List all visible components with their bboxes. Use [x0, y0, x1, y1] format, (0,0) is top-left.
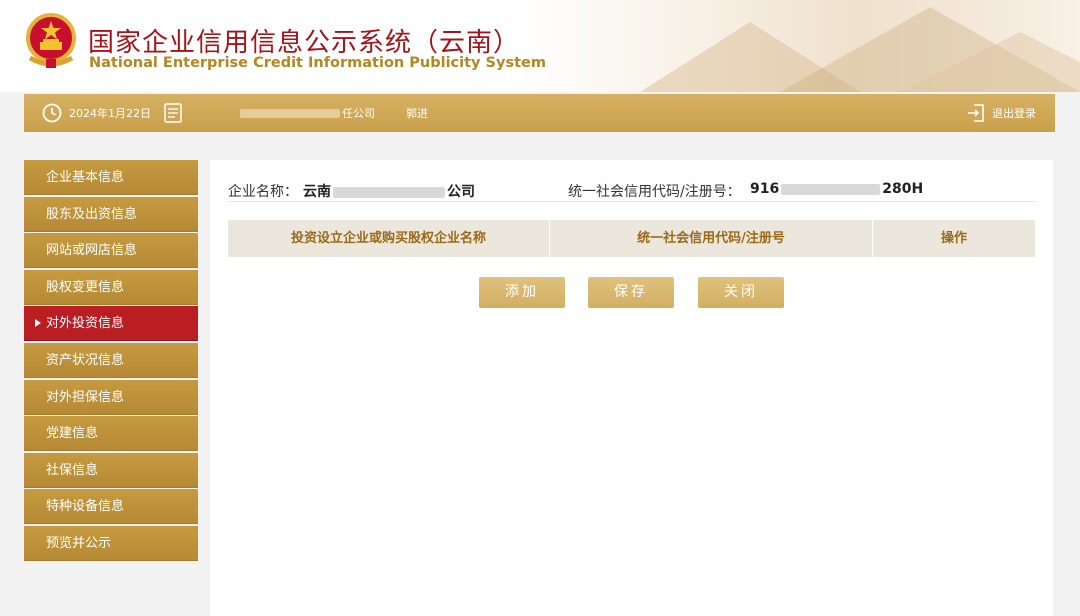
credit-code-label: 统一社会信用代码/注册号： — [568, 184, 741, 200]
sidebar-item-equity-change[interactable]: 股权变更信息 — [24, 269, 198, 305]
column-header-actions: 操作 — [940, 231, 967, 246]
sidebar-item-external-guarantee[interactable]: 对外担保信息 — [24, 379, 198, 415]
header-mountain-background — [520, 0, 1080, 92]
site-title-english: National Enterprise Credit Information P… — [89, 55, 546, 71]
logout-button[interactable]: 退出登录 — [992, 94, 1036, 132]
current-date: 2024年1月22日 — [69, 107, 151, 120]
sidebar-item-asset-status[interactable]: 资产状况信息 — [24, 342, 198, 378]
column-header-investee-name: 投资设立企业或购买股权企业名称 — [228, 220, 550, 257]
site-header: 国家企业信用信息公示系统（云南） National Enterprise Cre… — [0, 0, 1080, 92]
add-button[interactable]: 添加 — [479, 277, 565, 308]
site-title-chinese: 国家企业信用信息公示系统（云南） — [88, 28, 521, 58]
credit-code-value: 916 280H — [750, 181, 923, 197]
company-name-label: 企业名称： — [228, 184, 298, 200]
investment-table-header: 投资设立企业或购买股权企业名称 统一社会信用代码/注册号 操作 — [228, 220, 1035, 257]
credit-code-prefix: 916 — [750, 181, 780, 197]
sidebar-item-social-insurance[interactable]: 社保信息 — [24, 452, 198, 488]
sidebar-item-outbound-investment[interactable]: 对外投资信息 — [24, 306, 198, 342]
save-button[interactable]: 保存 — [588, 277, 674, 308]
sidebar-item-shareholder-info[interactable]: 股东及出资信息 — [24, 196, 198, 232]
top-toolbar: 2024年1月22日 任公司 郭进 退出登录 — [24, 94, 1055, 132]
logged-in-user: 郭进 — [406, 107, 428, 120]
logged-in-company: 任公司 — [240, 94, 375, 132]
sidebar-item-website-info[interactable]: 网站或网店信息 — [24, 233, 198, 269]
credit-code-suffix: 280H — [882, 181, 924, 197]
sidebar-nav: 企业基本信息 股东及出资信息 网站或网店信息 股权变更信息 对外投资信息 资产状… — [24, 160, 198, 563]
company-name-value: 云南 公司 — [303, 181, 475, 201]
national-emblem-icon — [26, 13, 76, 68]
company-name-prefix: 云南 — [303, 184, 331, 200]
close-button[interactable]: 关闭 — [698, 277, 784, 308]
document-icon — [164, 103, 182, 123]
logout-icon[interactable] — [966, 103, 986, 123]
sidebar-item-party-building[interactable]: 党建信息 — [24, 416, 198, 452]
redacted-company-middle — [333, 186, 445, 198]
redacted-company-name — [240, 108, 340, 118]
main-panel: 企业名称： 云南 公司 统一社会信用代码/注册号： 916 280H 投资设立企业或… — [210, 160, 1053, 616]
sidebar-item-preview-publish[interactable]: 预览并公示 — [24, 525, 198, 561]
company-short-suffix: 任公司 — [342, 107, 375, 120]
company-name-suffix: 公司 — [447, 184, 475, 200]
sidebar-item-special-equipment[interactable]: 特种设备信息 — [24, 489, 198, 525]
sidebar-item-basic-info[interactable]: 企业基本信息 — [24, 160, 198, 195]
redacted-credit-middle — [781, 183, 881, 195]
company-info-row: 企业名称： 云南 公司 统一社会信用代码/注册号： 916 280H — [228, 170, 1036, 202]
column-header-credit-code: 统一社会信用代码/注册号 — [550, 220, 873, 257]
clock-icon — [42, 103, 62, 123]
